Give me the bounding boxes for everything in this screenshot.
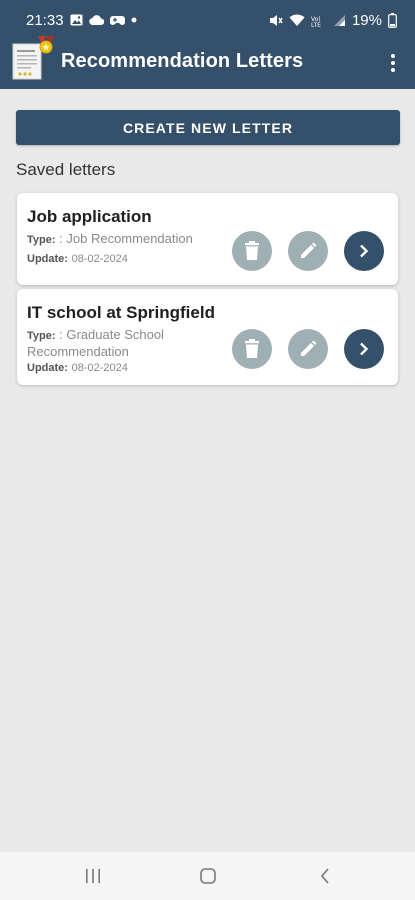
letter-title: IT school at Springfield [27, 303, 215, 322]
update-label: Update: [27, 253, 68, 265]
battery-percent: 19% [351, 11, 382, 29]
battery-icon [388, 12, 397, 28]
pencil-icon [301, 242, 317, 258]
trash-icon [245, 241, 259, 260]
home-icon[interactable] [193, 864, 223, 888]
letter-update: Update: 08-02-2024 [27, 359, 227, 376]
update-value: 08-02-2024 [71, 362, 128, 374]
create-new-letter-button[interactable]: CREATE NEW LETTER [16, 110, 400, 145]
gamepad-icon [109, 15, 125, 26]
delete-button[interactable] [232, 231, 272, 271]
open-button[interactable] [344, 329, 384, 369]
open-button[interactable] [344, 231, 384, 271]
edit-button[interactable] [288, 231, 328, 271]
certificate-icon [10, 34, 56, 86]
volte-icon: Vo) LTE [311, 14, 327, 27]
letter-card[interactable]: Job application Type: : Job Recommendati… [17, 193, 398, 285]
system-nav-bar [0, 852, 415, 900]
type-label: Type: [27, 234, 56, 246]
app-title: Recommendation Letters [61, 50, 304, 72]
top-bar: 21:33 Vo) LTE 19% Recommendation Letters [0, 0, 415, 89]
edit-button[interactable] [288, 329, 328, 369]
type-label: Type: [27, 330, 56, 342]
chevron-right-icon [360, 244, 369, 258]
chevron-right-icon [360, 342, 369, 356]
wifi-icon [289, 14, 305, 27]
update-label: Update: [27, 362, 68, 374]
saved-letters-heading: Saved letters [16, 160, 116, 179]
letter-info: Type: : Graduate School Recommendation U… [27, 327, 227, 376]
status-left: 21:33 [26, 12, 137, 29]
app-bar: Recommendation Letters [0, 36, 415, 89]
pencil-icon [301, 340, 317, 356]
status-bar: 21:33 Vo) LTE 19% [0, 0, 415, 40]
cloud-icon [88, 15, 104, 25]
letter-type: Type: : Graduate School Recommendation [27, 327, 227, 359]
update-value: 08-02-2024 [71, 253, 128, 265]
more-vert-icon[interactable] [383, 50, 403, 76]
letter-type: Type: : Job Recommendation [27, 231, 227, 248]
letter-card[interactable]: IT school at Springfield Type: : Graduat… [17, 289, 398, 385]
back-icon[interactable] [310, 864, 340, 888]
delete-button[interactable] [232, 329, 272, 369]
signal-icon [333, 14, 346, 27]
svg-text:LTE: LTE [311, 22, 321, 27]
type-value: : Job Recommendation [59, 231, 193, 246]
recents-icon[interactable] [78, 864, 108, 888]
letter-title: Job application [27, 207, 152, 226]
gallery-icon [70, 14, 83, 26]
trash-icon [245, 339, 259, 358]
letter-info: Type: : Job Recommendation Update: 08-02… [27, 231, 227, 267]
mute-icon [269, 14, 283, 27]
dot-icon [131, 17, 137, 23]
status-time: 21:33 [26, 11, 64, 29]
status-right: Vo) LTE 19% [269, 12, 397, 29]
letter-update: Update: 08-02-2024 [27, 250, 227, 267]
